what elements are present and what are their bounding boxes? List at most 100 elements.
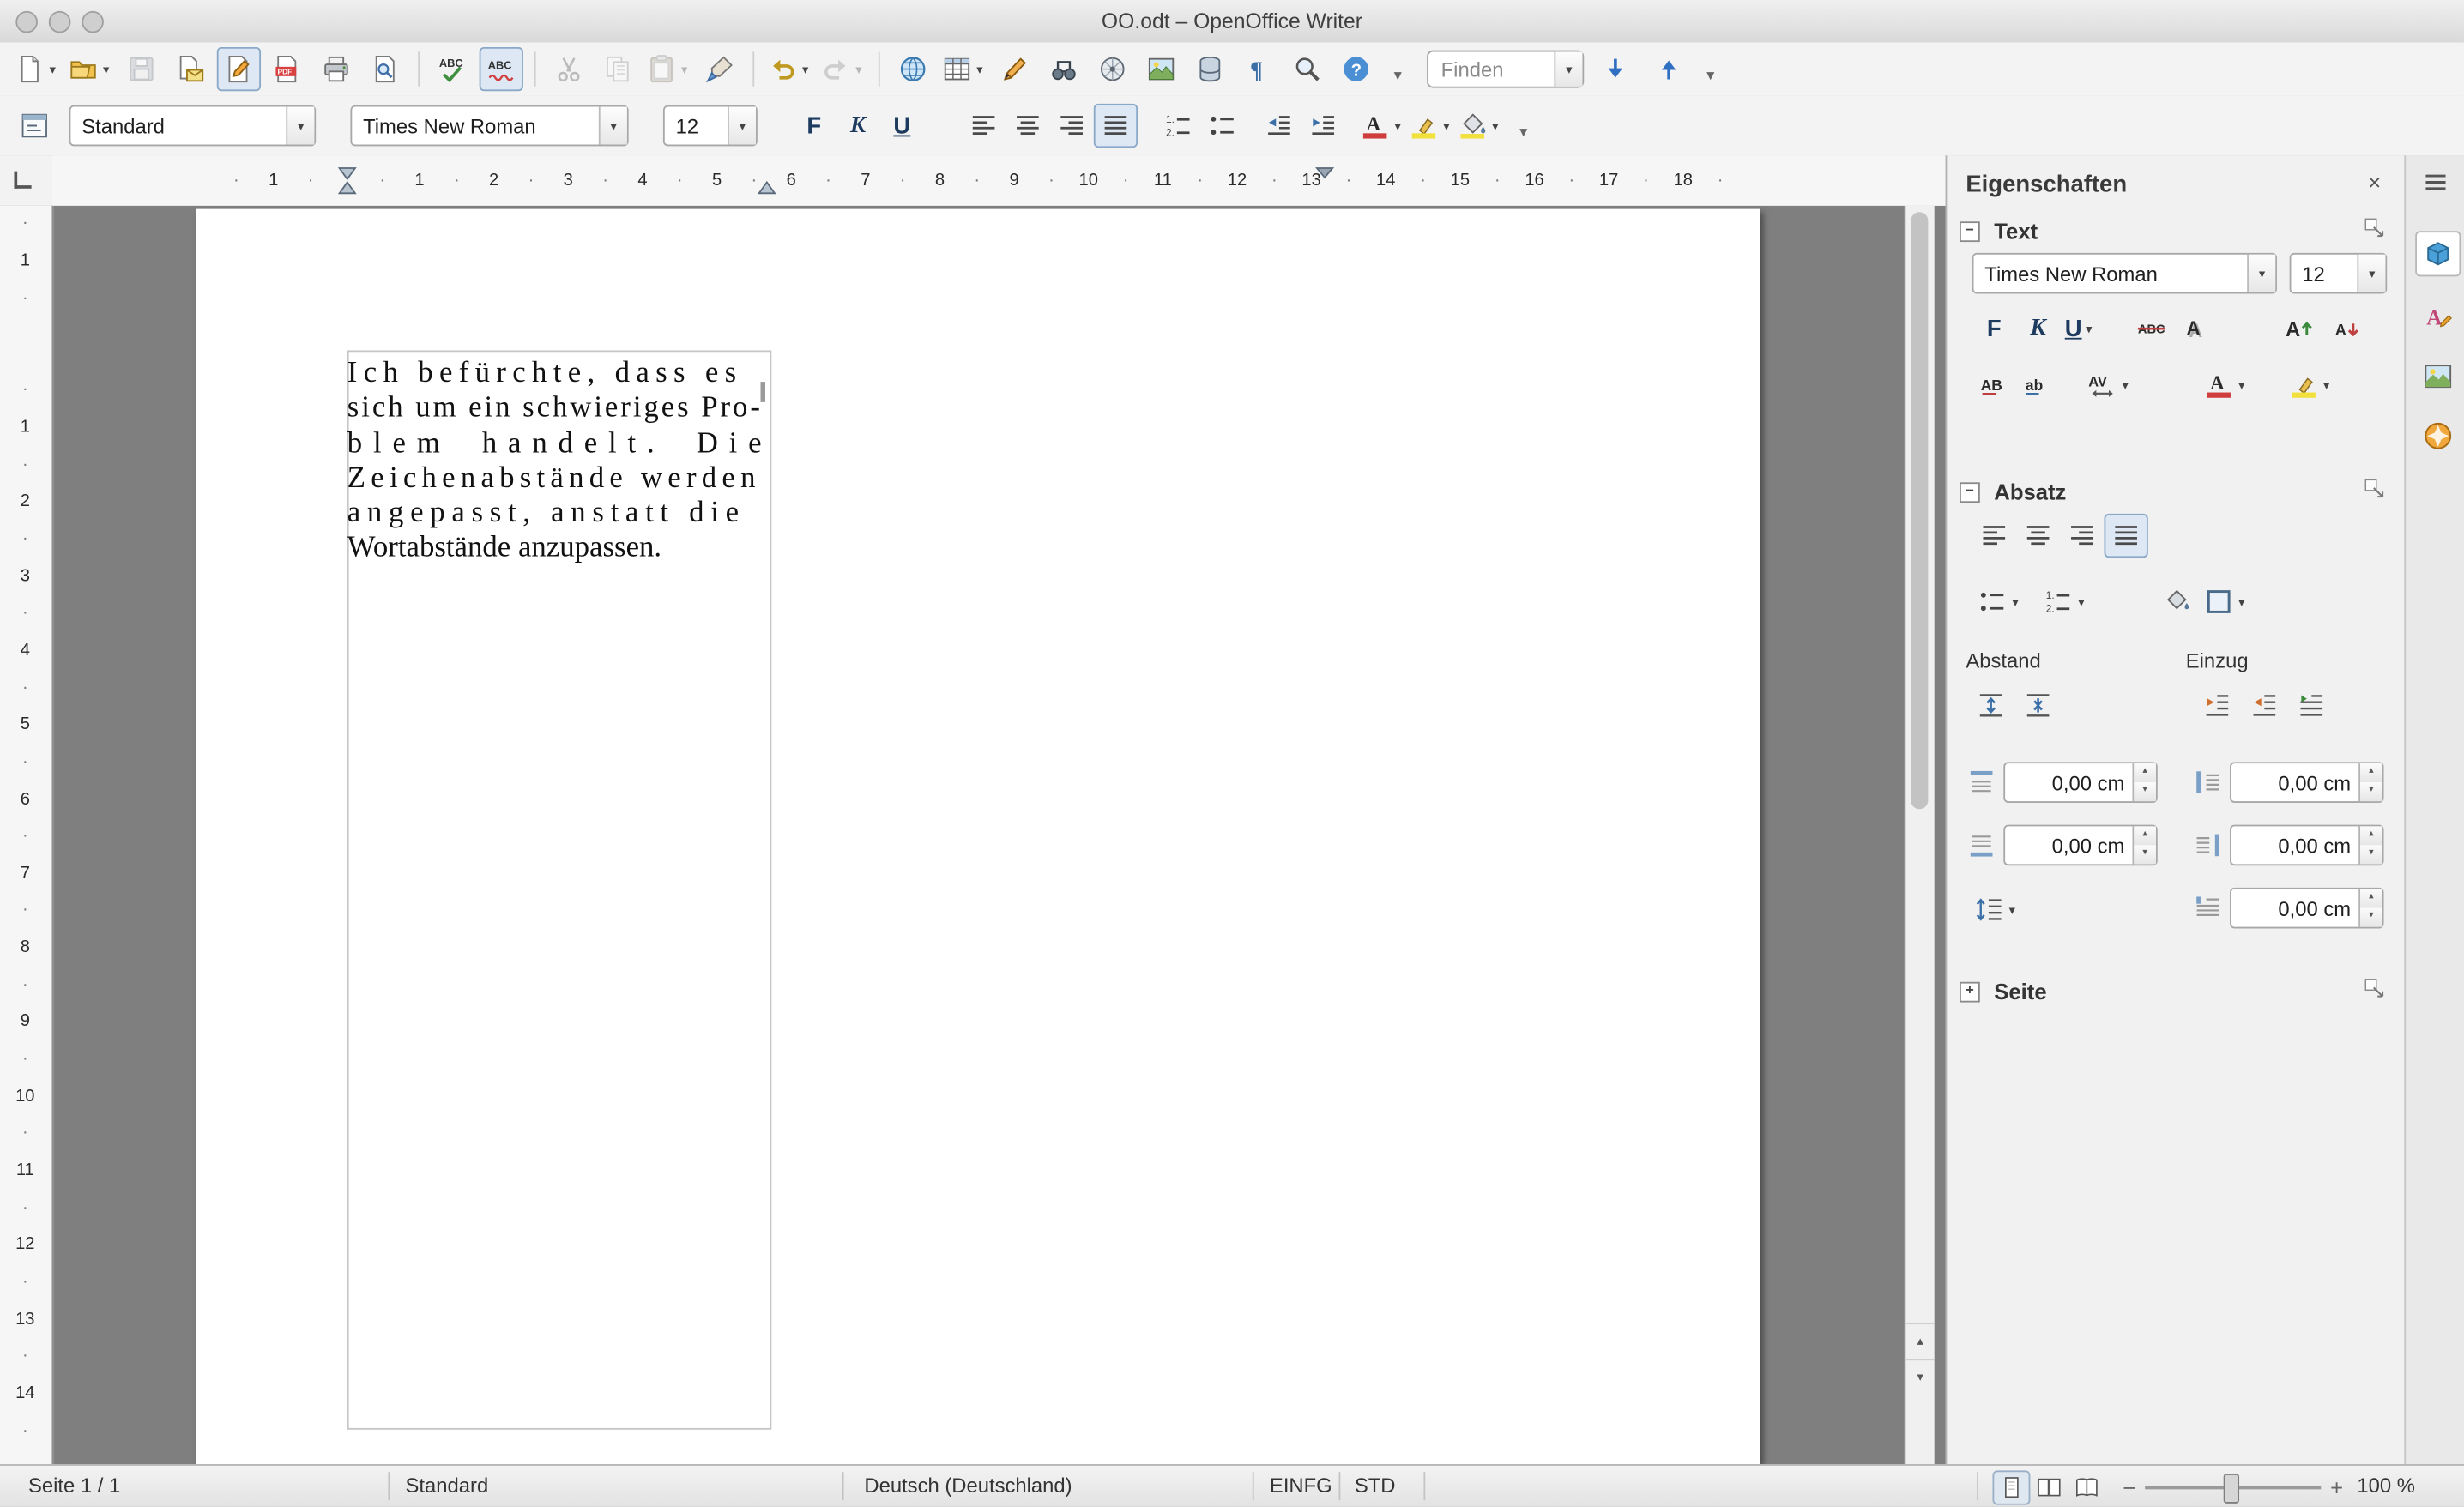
sidebar-font-size-dropdown-arrow[interactable]: ▾ [2357,254,2386,292]
formatting-toolbar-more-icon[interactable]: ▾ [1519,124,1527,141]
vertical-scrollbar[interactable]: ▴ ▾ [1904,205,1935,1465]
spacing-below-field[interactable]: 0,00 cm ▴ ▾ [2003,824,2158,866]
sidebar-decrease-indent-button[interactable] [2243,684,2286,727]
character-spacing-button[interactable]: AV ▾ [2082,363,2148,407]
page-section-header[interactable]: + Seite [1960,979,2047,1004]
undo-button[interactable]: ▾ [765,47,814,91]
sidebar-font-name-combo[interactable]: Times New Roman ▾ [1972,252,2277,294]
stepper-down-icon[interactable]: ▾ [2134,845,2156,865]
stepper-up-icon[interactable]: ▴ [2134,826,2156,846]
decrease-indent-button[interactable] [1257,104,1301,148]
zoom-slider-thumb[interactable] [2223,1474,2240,1504]
gallery-button[interactable] [1139,47,1183,91]
find-dropdown-arrow[interactable]: ▾ [1554,51,1583,87]
email-document-button[interactable] [168,47,212,91]
sidebar-align-right-button[interactable] [2060,514,2104,558]
insert-mode[interactable]: EINFG [1270,1466,1332,1507]
save-document-button[interactable] [119,47,163,91]
scrollbar-thumb[interactable] [1911,212,1929,810]
hyperlink-button[interactable] [891,47,935,91]
sidebar-align-justify-button[interactable] [2104,513,2148,558]
sidebar-tab-properties[interactable] [2415,231,2461,277]
spellcheck-button[interactable]: ABC [431,47,474,91]
stepper-up-icon[interactable]: ▴ [2134,763,2156,783]
text-line[interactable]: Zeichenabstände werden [347,461,769,497]
edit-file-button[interactable] [216,46,262,92]
sidebar-bullet-list-button[interactable]: ▾ [1972,580,2038,624]
redo-dropdown-arrow[interactable]: ▾ [852,62,866,75]
sidebar-close-icon[interactable]: × [2368,170,2381,195]
single-page-view-button[interactable] [1992,1470,2031,1505]
hanging-indent-button[interactable] [2290,684,2334,727]
text-line[interactable]: blem handelt. Die [347,426,769,461]
multi-page-view-button[interactable] [2030,1470,2068,1504]
stepper-down-icon[interactable]: ▾ [2360,907,2382,927]
sidebar-align-center-button[interactable] [2016,514,2060,558]
text-line[interactable]: Ich befürchte, dass es [347,357,769,392]
paste-button[interactable]: ▾ [644,47,693,91]
open-folder-button[interactable]: ▾ [66,47,115,91]
zoom-value[interactable]: 100 % [2357,1466,2415,1507]
stepper[interactable]: ▴ ▾ [2132,826,2156,865]
styles-window-button[interactable] [13,104,57,148]
sidebar-bold-button[interactable]: F [1972,306,2016,350]
decrease-paragraph-spacing-button[interactable] [2016,684,2060,727]
redo-button[interactable]: ▾ [818,47,867,91]
zoom-slider[interactable] [2145,1466,2322,1507]
open-folder-dropdown-arrow[interactable]: ▾ [99,62,112,75]
bullet-list-dropdown-arrow[interactable]: ▾ [2008,594,2022,608]
indent-before-field[interactable]: 0,00 cm ▴ ▾ [2230,762,2384,803]
strikethrough-button[interactable]: ABC [2129,306,2173,350]
font-name-combo[interactable]: Times New Roman ▾ [350,105,629,147]
background-color-dropdown-arrow[interactable]: ▾ [1489,118,1502,132]
format-paintbrush-button[interactable] [698,47,741,91]
increase-indent-button[interactable] [1301,104,1345,148]
document-canvas[interactable]: Ich befürchte, dass es sich um ein schwi… [51,205,1905,1465]
collapse-icon[interactable]: − [1960,481,1980,503]
cut-button[interactable] [547,47,590,91]
collapse-icon[interactable]: − [1960,220,1980,242]
stepper-up-icon[interactable]: ▴ [2360,826,2382,846]
close-window-button[interactable] [15,10,38,33]
stepper-down-icon[interactable]: ▾ [2360,845,2382,865]
stepper[interactable]: ▴ ▾ [2358,826,2382,865]
indent-after-field[interactable]: 0,00 cm ▴ ▾ [2230,824,2384,866]
text-section-header[interactable]: − Text [1960,219,2038,244]
page-info[interactable]: Seite 1 / 1 [28,1466,120,1507]
paragraph-style-dropdown-arrow[interactable]: ▾ [286,106,315,145]
sidebar-font-size-combo[interactable]: 12 ▾ [2289,252,2388,294]
font-size-dropdown-arrow[interactable]: ▾ [728,106,756,145]
sidebar-increase-indent-button[interactable] [2195,684,2239,727]
italic-button[interactable]: K [836,104,879,148]
font-size-combo[interactable]: 12 ▾ [662,105,758,147]
text-line[interactable]: sich um ein schwieriges Pro- [347,392,769,427]
line-spacing-button[interactable]: ▾ [1969,888,2035,931]
sidebar-align-left-button[interactable] [1972,514,2016,558]
stepper-down-icon[interactable]: ▾ [2360,782,2382,802]
sidebar-italic-button[interactable]: K [2016,306,2060,350]
find-input[interactable]: Finden ▾ [1427,50,1585,88]
table-dropdown-arrow[interactable]: ▾ [973,62,987,75]
align-justify-button[interactable] [1093,103,1138,148]
sidebar-font-color-dropdown-arrow[interactable]: ▾ [2235,377,2249,391]
bold-button[interactable]: F [792,104,836,148]
text-line[interactable]: Wortabstände anzupassen. [347,532,769,567]
new-document-button[interactable]: ▾ [13,47,62,91]
document-page[interactable]: Ich befürchte, dass es sich um ein schwi… [196,208,1760,1465]
paragraph-style-combo[interactable]: Standard ▾ [69,105,317,147]
stepper[interactable]: ▴ ▾ [2358,763,2382,802]
sidebar-font-color-button[interactable]: A ▾ [2198,363,2264,407]
formatting-marks-button[interactable]: ¶ [1236,47,1280,91]
stepper-up-icon[interactable]: ▴ [2360,889,2382,908]
expand-icon[interactable]: + [1960,980,1980,1002]
minimize-window-button[interactable] [48,10,71,33]
align-left-button[interactable] [962,104,1006,148]
find-previous-button[interactable] [1647,47,1691,91]
table-button[interactable]: ▾ [939,47,988,91]
sidebar-settings-icon[interactable] [2419,168,2453,196]
find-replace-button[interactable] [1042,47,1085,91]
vertical-ruler[interactable]: 1 1 2 3 4 5 6 7 8 9 10 11 12 13 14 · · · · · · · · · · · · · · · · · [0,205,54,1465]
document-text[interactable]: Ich befürchte, dass es sich um ein schwi… [347,357,769,567]
selection-mode[interactable]: STD [1355,1466,1396,1507]
sidebar-tab-gallery[interactable] [2415,353,2461,399]
